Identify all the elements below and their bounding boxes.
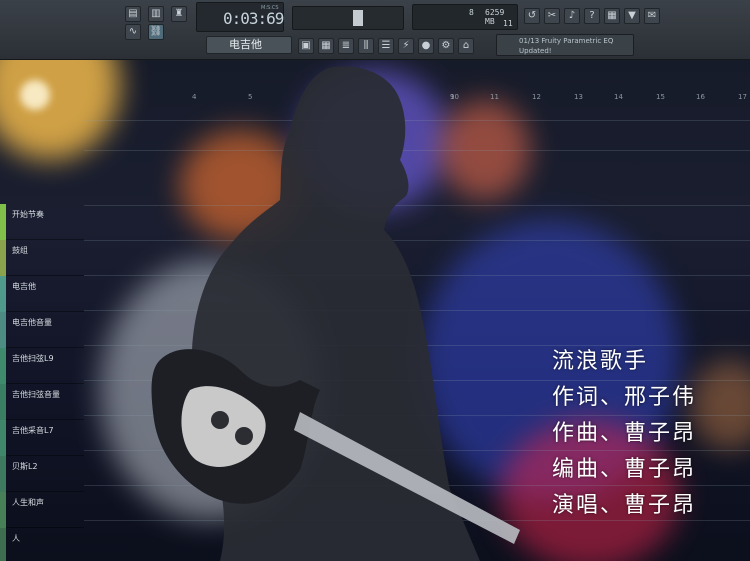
ruler-mark: 14 bbox=[614, 93, 623, 101]
track-header[interactable]: 开始节奏 bbox=[0, 204, 84, 240]
track-color-tag bbox=[0, 420, 6, 456]
playlist-icon[interactable]: ▣ bbox=[298, 38, 314, 54]
hint-line: 01/13 Fruity Parametric EQ bbox=[519, 37, 614, 45]
mixer-icon[interactable]: ⫼ bbox=[358, 38, 374, 54]
track-label: 开始节奏 bbox=[12, 210, 44, 219]
chat-icon[interactable]: ✉ bbox=[644, 8, 660, 24]
ruler-mark: 17 bbox=[738, 93, 747, 101]
browser-icon[interactable]: ☰ bbox=[378, 38, 394, 54]
track-color-tag bbox=[0, 456, 6, 492]
track-header[interactable]: 鼓组 bbox=[0, 240, 84, 276]
track-label: 吉他扫弦L9 bbox=[12, 354, 54, 363]
track-color-tag bbox=[0, 276, 6, 312]
daw-toolbar: ▤ ▥ ♜ ∿ ⛓ 0:03:69 M:S:CS 8 6259 MB 11 ↺ … bbox=[0, 0, 750, 60]
track-color-tag bbox=[0, 528, 6, 561]
channel-rack-icon[interactable]: ≣ bbox=[338, 38, 354, 54]
pickup bbox=[211, 411, 229, 429]
metronome-icon[interactable]: ♜ bbox=[171, 6, 187, 22]
resource-monitor: 8 6259 MB 11 bbox=[412, 4, 518, 30]
hint-line: Updated! bbox=[519, 47, 552, 55]
track-header[interactable]: 吉他扫弦音量 bbox=[0, 384, 84, 420]
guitarist-silhouette bbox=[151, 66, 520, 561]
time-value: 0:03:69 bbox=[223, 9, 284, 28]
undo-icon[interactable]: ↺ bbox=[524, 8, 540, 24]
render-icon[interactable]: ▦ bbox=[604, 8, 620, 24]
song-mode-icon[interactable]: ▥ bbox=[148, 6, 164, 22]
singer-credit: 演唱、曹子昂 bbox=[552, 493, 697, 518]
track-label: 电吉他 bbox=[12, 282, 36, 291]
ruler-mark: 12 bbox=[532, 93, 541, 101]
ruler-mark: 13 bbox=[574, 93, 583, 101]
track-header[interactable]: 吉他采音L7 bbox=[0, 420, 84, 456]
cut-icon[interactable]: ✂ bbox=[544, 8, 560, 24]
time-display: 0:03:69 M:S:CS bbox=[196, 2, 284, 32]
save-icon[interactable]: ▼ bbox=[624, 8, 640, 24]
track-label: 贝斯L2 bbox=[12, 462, 38, 471]
window-tools-group: ▣ ▦ ≣ ⫼ ☰ ⚡ ● ⚙ ⌂ bbox=[296, 36, 486, 56]
master-volume-slider[interactable] bbox=[292, 6, 404, 30]
track-label: 吉他扫弦音量 bbox=[12, 390, 60, 399]
track-color-tag bbox=[0, 204, 6, 240]
track-color-tag bbox=[0, 384, 6, 420]
polyphony-value: 11 bbox=[503, 19, 513, 28]
track-label: 人 bbox=[12, 534, 20, 543]
snap-icon[interactable]: ∿ bbox=[125, 24, 141, 40]
pattern-name: 电吉他 bbox=[229, 38, 262, 51]
hint-panel: 01/13 Fruity Parametric EQ Updated! bbox=[496, 34, 634, 56]
bokeh-light bbox=[20, 80, 50, 110]
track-color-tag bbox=[0, 492, 6, 528]
lyricist-credit: 作词、邢子伟 bbox=[552, 385, 697, 410]
track-header[interactable]: 电吉他 bbox=[0, 276, 84, 312]
composer-credit: 作曲、曹子昂 bbox=[552, 421, 697, 446]
track-color-tag bbox=[0, 312, 6, 348]
track-header[interactable]: 电吉他音量 bbox=[0, 312, 84, 348]
pattern-selector[interactable]: 电吉他 bbox=[206, 36, 292, 54]
pickup bbox=[235, 427, 253, 445]
link-icon[interactable]: ⛓ bbox=[148, 24, 164, 40]
cpu-value: 8 bbox=[469, 8, 474, 17]
track-header[interactable]: 贝斯L2 bbox=[0, 456, 84, 492]
touch-icon[interactable]: ⌂ bbox=[458, 38, 474, 54]
help-icon[interactable]: ? bbox=[584, 8, 600, 24]
track-header[interactable]: 吉他扫弦L9 bbox=[0, 348, 84, 384]
ruler-mark: 15 bbox=[656, 93, 665, 101]
track-header[interactable]: 人生和声 bbox=[0, 492, 84, 528]
track-label: 人生和声 bbox=[12, 498, 44, 507]
song-title: 流浪歌手 bbox=[552, 349, 649, 374]
track-color-tag bbox=[0, 240, 6, 276]
track-header[interactable]: 人 bbox=[0, 528, 84, 561]
record-icon[interactable]: ● bbox=[418, 38, 434, 54]
tempo-icon[interactable]: ⚙ bbox=[438, 38, 454, 54]
track-color-tag bbox=[0, 348, 6, 384]
track-label: 电吉他音量 bbox=[12, 318, 52, 327]
piano-roll-icon[interactable]: ▦ bbox=[318, 38, 334, 54]
track-label: 吉他采音L7 bbox=[12, 426, 54, 435]
microphone-icon[interactable]: ♪ bbox=[564, 8, 580, 24]
plugin-icon[interactable]: ⚡ bbox=[398, 38, 414, 54]
arranger-credit: 编曲、曹子昂 bbox=[552, 457, 697, 482]
slider-handle[interactable] bbox=[353, 10, 363, 26]
ruler-mark: 16 bbox=[696, 93, 705, 101]
track-label: 鼓组 bbox=[12, 246, 28, 255]
pattern-mode-icon[interactable]: ▤ bbox=[125, 6, 141, 22]
song-credits: 流浪歌手 作词、邢子伟 作曲、曹子昂 编曲、曹子昂 演唱、曹子昂 bbox=[552, 344, 748, 524]
time-unit: M:S:CS bbox=[261, 5, 279, 11]
track-list: 开始节奏 鼓组 电吉他 电吉他音量 吉他扫弦L9 吉他扫弦音量 吉他采音L7 贝… bbox=[0, 168, 84, 561]
